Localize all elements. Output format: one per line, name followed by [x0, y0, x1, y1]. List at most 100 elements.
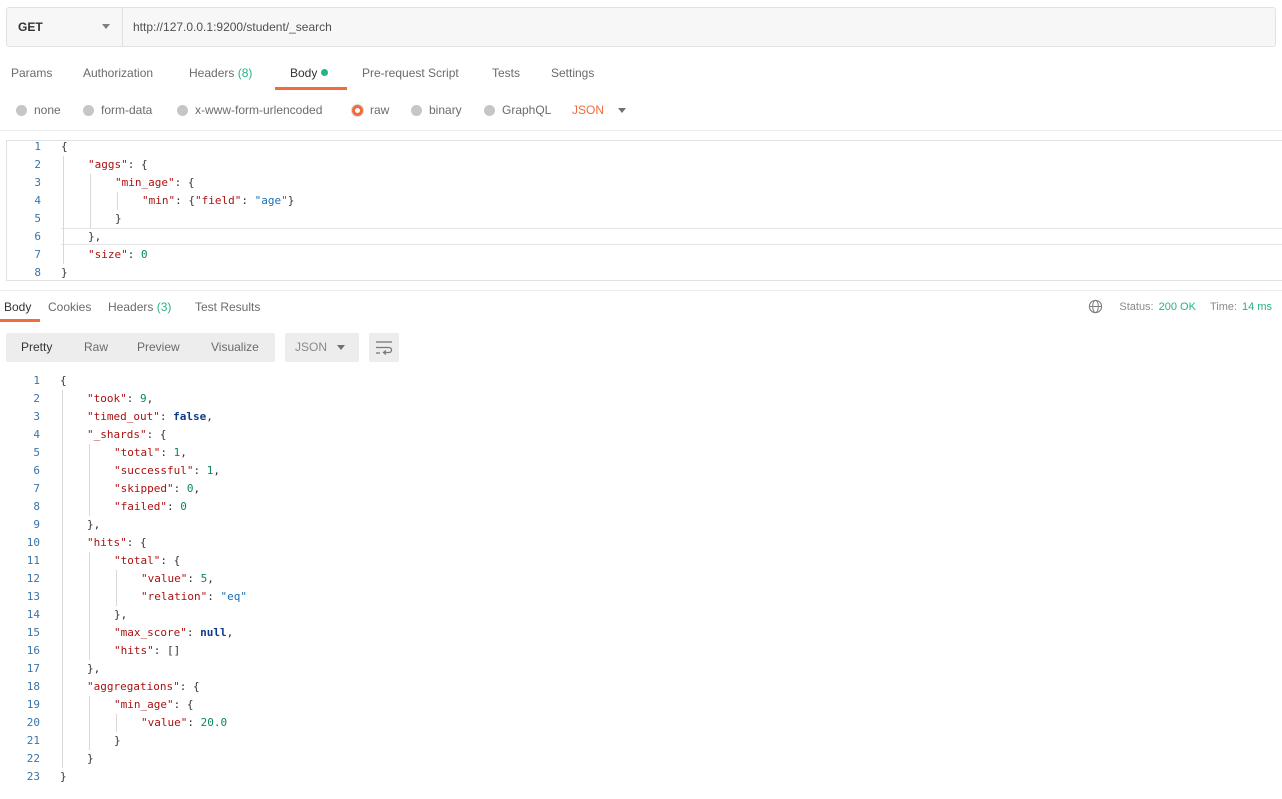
- code-token: ,: [146, 392, 154, 405]
- code-text: "skipped": 0,: [114, 480, 200, 498]
- radio-none[interactable]: none: [16, 103, 61, 117]
- active-tab-indicator: [275, 87, 347, 90]
- code-text: "hits": []: [114, 642, 180, 660]
- view-pretty-button[interactable]: Pretty: [21, 340, 52, 354]
- code-token: "timed_out": [87, 410, 160, 423]
- view-raw-button[interactable]: Raw: [84, 340, 108, 354]
- response-body-viewer[interactable]: 1{2 "took": 9, 3 "timed_out": false, 4 "_shar…: [6, 372, 1282, 792]
- tab-settings[interactable]: Settings: [551, 66, 594, 80]
- view-preview-button[interactable]: Preview: [137, 340, 180, 354]
- indent-guide: [89, 444, 90, 516]
- line-number: 1: [34, 140, 41, 153]
- globe-icon[interactable]: [1088, 299, 1103, 314]
- radio-form-data[interactable]: form-data: [83, 103, 152, 117]
- code-token: : {: [174, 176, 195, 189]
- url-input[interactable]: http://127.0.0.1:9200/student/_search: [123, 8, 1275, 46]
- radio-raw[interactable]: raw: [352, 103, 389, 117]
- chevron-down-icon: [618, 107, 627, 113]
- code-token: ,: [213, 464, 220, 477]
- code-text: "hits": {: [87, 534, 147, 552]
- code-text: {: [60, 372, 67, 390]
- code-token: "value": [141, 572, 188, 585]
- resp-tab-test-results[interactable]: Test Results: [195, 300, 260, 314]
- radio-icon: [83, 104, 94, 116]
- code-line: 13 "relation": "eq": [6, 588, 1282, 606]
- line-number: 15: [26, 626, 40, 639]
- line-number: 3: [34, 176, 41, 189]
- code-token: "total": [114, 554, 161, 567]
- code-token: "value": [141, 716, 188, 729]
- request-tabs: Params Authorization Headers (8) Body Pr…: [0, 58, 1282, 90]
- code-text: "value": 5,: [141, 570, 214, 588]
- radio-form-data-label: form-data: [101, 103, 153, 117]
- line-number: 19: [26, 698, 40, 711]
- radio-icon: [16, 104, 27, 116]
- code-line: 10 "hits": {: [6, 534, 1282, 552]
- radio-binary[interactable]: binary: [411, 103, 462, 117]
- code-text: },: [114, 606, 127, 624]
- code-token: "age": [254, 194, 288, 207]
- headers-count: (8): [237, 66, 253, 80]
- code-token: "min_age": [114, 698, 174, 711]
- modified-dot-icon: [321, 69, 329, 77]
- chevron-down-icon: [337, 345, 345, 350]
- code-text: "_shards": {: [87, 426, 166, 444]
- line-number: 1: [33, 374, 40, 387]
- line-number: 9: [33, 518, 40, 531]
- code-line: 3 "timed_out": false,: [6, 408, 1282, 426]
- code-line: 2 "took": 9,: [6, 390, 1282, 408]
- code-token: null: [200, 626, 227, 639]
- code-line: 1{: [7, 138, 1282, 156]
- tab-params[interactable]: Params: [11, 66, 52, 80]
- line-number: 8: [33, 500, 40, 513]
- code-token: : {: [160, 554, 181, 567]
- code-token: }: [60, 770, 67, 783]
- code-token: "field": [195, 194, 242, 207]
- code-token: :: [173, 482, 187, 495]
- radio-selected-icon: [352, 104, 363, 116]
- request-body-editor[interactable]: 1{2 "aggs": {3 "min_age": {4 "min": {"field…: [6, 140, 1282, 281]
- tab-headers[interactable]: Headers (8): [189, 66, 252, 80]
- code-text: "aggregations": {: [87, 678, 200, 696]
- code-token: {: [60, 374, 67, 387]
- code-token: 0: [141, 248, 148, 261]
- code-line: 15 "max_score": null,: [6, 624, 1282, 642]
- code-text: "timed_out": false,: [87, 408, 213, 426]
- code-token: "aggregations": [87, 680, 180, 693]
- code-token: "successful": [114, 464, 194, 477]
- code-token: : {: [126, 536, 147, 549]
- radio-icon: [177, 104, 188, 116]
- code-text: "aggs": {: [88, 156, 148, 174]
- line-number: 8: [34, 266, 41, 279]
- body-format-select[interactable]: JSON: [572, 103, 627, 117]
- radio-urlencoded[interactable]: x-www-form-urlencoded: [177, 103, 322, 117]
- line-number: 6: [33, 464, 40, 477]
- tab-authorization[interactable]: Authorization: [83, 66, 153, 80]
- radio-graphql[interactable]: GraphQL: [484, 103, 551, 117]
- code-token: ,: [226, 626, 234, 639]
- tab-tests[interactable]: Tests: [492, 66, 520, 80]
- line-number: 18: [26, 680, 40, 693]
- code-token: :: [187, 572, 201, 585]
- code-text: "total": {: [114, 552, 180, 570]
- resp-tab-cookies[interactable]: Cookies: [48, 300, 91, 314]
- code-line: 4 "min": {"field": "age"}: [7, 192, 1282, 210]
- view-visualize-button[interactable]: Visualize: [211, 340, 259, 354]
- response-format-select[interactable]: JSON: [285, 333, 359, 362]
- line-number: 21: [26, 734, 40, 747]
- resp-tab-body[interactable]: Body: [4, 300, 31, 314]
- line-number: 13: [26, 590, 40, 603]
- code-token: }: [61, 266, 68, 279]
- line-number: 3: [33, 410, 40, 423]
- method-select[interactable]: GET: [7, 8, 123, 46]
- tab-body[interactable]: Body: [290, 66, 329, 80]
- wrap-lines-button[interactable]: [369, 333, 399, 362]
- line-number: 17: [26, 662, 40, 675]
- code-token: "aggs": [88, 158, 128, 171]
- tab-prerequest-script[interactable]: Pre-request Script: [362, 66, 459, 80]
- resp-tab-headers[interactable]: Headers (3): [108, 300, 171, 314]
- line-number: 4: [34, 194, 41, 207]
- code-text: }: [87, 750, 94, 768]
- status-value: 200 OK: [1158, 300, 1196, 313]
- code-token: "_shards": [87, 428, 147, 441]
